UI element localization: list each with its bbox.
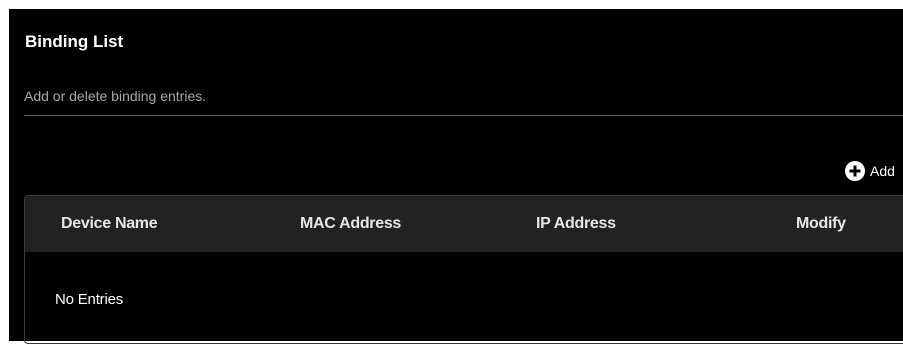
column-header-ip-address: IP Address	[536, 215, 616, 232]
section-description: Add or delete binding entries.	[24, 88, 207, 104]
column-header-mac-address: MAC Address	[300, 215, 402, 232]
divider	[24, 115, 903, 116]
table-row: No Entries	[25, 252, 903, 343]
column-header-device-name: Device Name	[61, 215, 158, 232]
plus-circle-icon	[845, 161, 865, 181]
table-header: Device Name MAC Address IP Address Modif…	[25, 196, 903, 252]
add-button-label: Add	[870, 163, 895, 179]
empty-table-message: No Entries	[55, 291, 124, 308]
section-title: Binding List	[25, 32, 124, 51]
binding-list-panel: Binding List Add or delete binding entri…	[9, 9, 903, 344]
column-header-modify: Modify	[796, 215, 846, 232]
binding-table: Device Name MAC Address IP Address Modif…	[24, 195, 903, 344]
add-entry-button[interactable]: Add	[845, 161, 895, 181]
